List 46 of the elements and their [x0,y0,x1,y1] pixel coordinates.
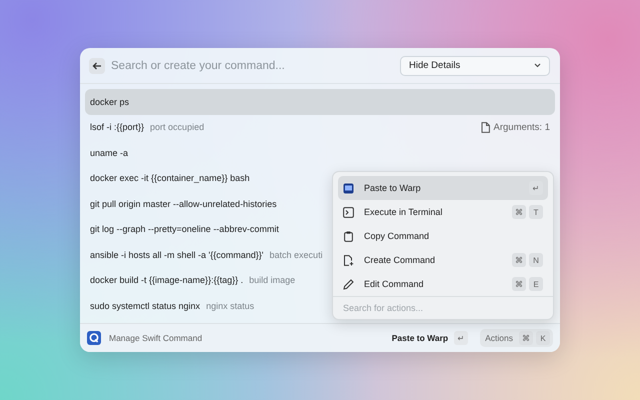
arguments-count: Arguments: 1 [494,122,550,133]
enter-key: ↵ [454,331,468,345]
shortcut-key: N [529,253,543,267]
command-description: batch executi [270,250,323,260]
clipboard-icon [343,230,354,242]
document-icon [480,122,490,133]
actions-label: Actions [485,333,513,343]
command-description: build image [249,275,296,286]
terminal-icon [343,206,354,218]
shortcut-key: ⌘ [512,253,526,267]
command-row[interactable]: lsof -i :{{port}} port occupied Arguments: 1 [85,114,555,140]
command-row[interactable]: docker ps [85,89,555,114]
back-arrow-icon [92,60,102,70]
shortcut-key: E [529,277,543,291]
command-description: port occupied [150,122,204,132]
shortcut-key: ↵ [529,181,543,195]
command-text: lsof -i :{{port}} [90,122,144,132]
new-file-icon [343,254,354,266]
footer-title: Manage Swift Command [109,333,202,343]
command-text: ansible -i hosts all -m shell -a '{{command}}' [90,250,264,260]
command-row[interactable]: uname -a [85,140,555,166]
back-button[interactable] [89,58,105,74]
menu-item[interactable]: Create Command ⌘ N [338,248,548,272]
shortcut-key: ⌘ [519,331,533,345]
pencil-icon [343,278,354,290]
menu-item[interactable]: Paste to Warp ↵ [338,176,548,200]
action-search-field[interactable]: Search for actions... [333,297,553,319]
menu-item[interactable]: Execute in Terminal ⌘ T [338,200,548,224]
shortcut-key: K [536,331,550,345]
search-field[interactable]: Search or create your command... [111,60,394,72]
paste-button[interactable]: Paste to Warp [392,333,448,343]
shortcut-key: ⌘ [512,277,526,291]
details-dropdown[interactable]: Hide Details [400,56,550,76]
shortcut-key: T [529,205,543,219]
command-text: docker ps [90,96,130,107]
menu-item[interactable]: Copy Command [338,224,548,248]
command-description: nginx status [206,300,254,311]
menu-item[interactable]: Edit Command ⌘ E [338,272,548,296]
actions-button[interactable]: Actions ⌘ K [480,329,553,347]
app-logo-icon [87,331,101,345]
shortcut-key: ⌘ [512,205,526,219]
command-text: docker build -t {{image-name}}:{{tag}} . [90,275,244,286]
command-text: uname -a [90,148,128,158]
window-icon [343,182,354,194]
chevron-icon [534,63,541,68]
command-text: sudo systemctl status nginx [90,300,200,311]
